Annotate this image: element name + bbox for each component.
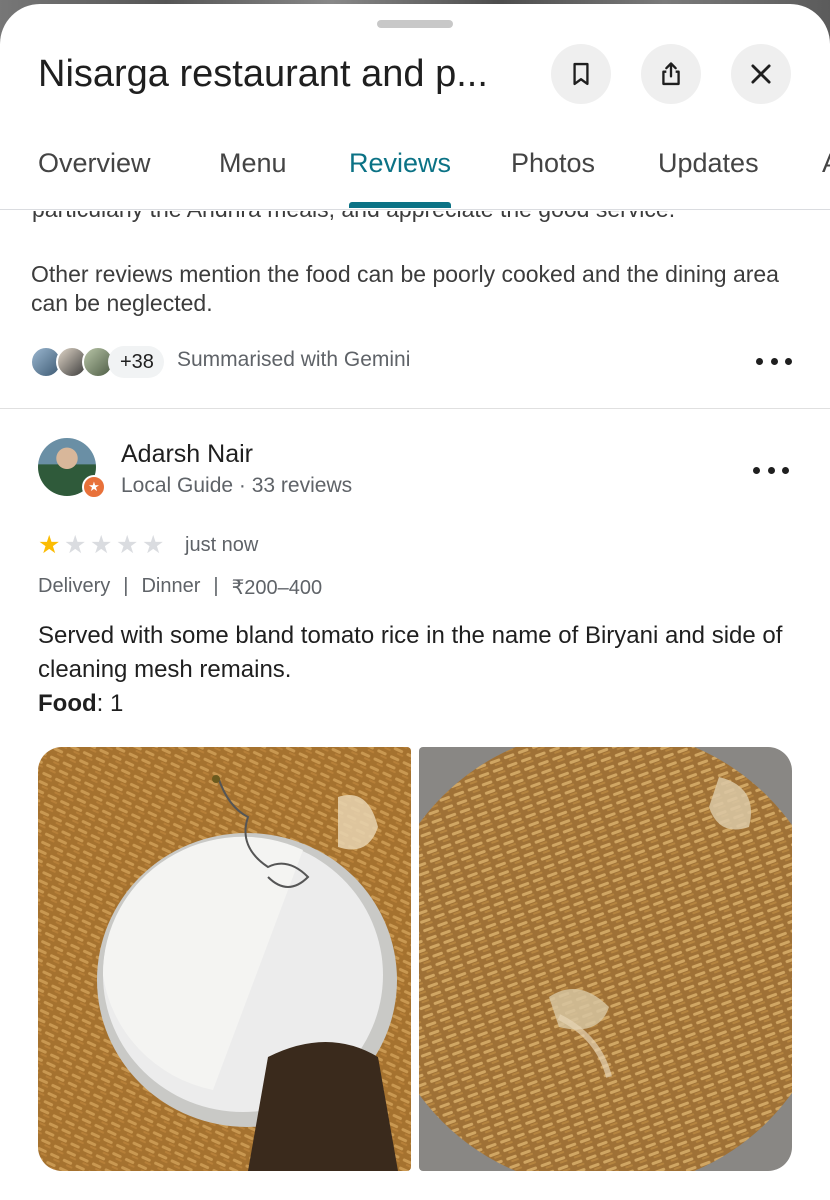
tag-meal: Dinner	[141, 575, 201, 597]
more-reviewers-count: +38	[108, 346, 164, 378]
biryani-with-container-image	[38, 747, 411, 1171]
close-button[interactable]	[731, 44, 791, 104]
section-divider	[0, 408, 830, 409]
star-empty-icon: ★	[64, 531, 87, 559]
share-button[interactable]	[641, 44, 701, 104]
reviewer-meta: Local Guide · 33 reviews	[121, 474, 353, 497]
tab-reviews[interactable]: Reviews	[349, 148, 451, 179]
place-title: Nisarga restaurant and p...	[38, 53, 488, 95]
close-icon	[751, 64, 771, 84]
tag-price: ₹200–400	[231, 577, 323, 599]
tab-photos[interactable]: Photos	[511, 148, 595, 179]
local-guide-badge-icon: ★	[82, 475, 106, 499]
star-rating: ★ ★ ★ ★ ★	[38, 532, 168, 558]
summary-cut-line-text: particularly the Andhra meals, and appre…	[32, 211, 675, 223]
gemini-attribution: Summarised with Gemini	[177, 348, 411, 371]
share-icon	[662, 62, 680, 86]
place-sheet: Nisarga restaurant and p... Overview Men…	[0, 4, 830, 1200]
food-rating: Food: 1	[38, 687, 123, 721]
review-tags: Delivery | Dinner | ₹200–400	[38, 575, 323, 599]
more-dots-icon	[753, 466, 760, 474]
star-empty-icon: ★	[116, 531, 139, 559]
bookmark-icon	[573, 62, 589, 86]
active-tab-indicator	[349, 202, 451, 208]
star-empty-icon: ★	[142, 531, 165, 559]
tab-updates[interactable]: Updates	[658, 148, 759, 179]
tab-about-partial[interactable]: A	[822, 148, 830, 179]
place-tabs: Overview Menu Reviews Photos Updates A	[0, 132, 830, 210]
sheet-drag-handle[interactable]	[377, 20, 453, 28]
review-time: just now	[185, 534, 259, 556]
reviewer-name[interactable]: Adarsh Nair	[121, 440, 253, 469]
summary-reviewer-avatars[interactable]: +38	[30, 346, 164, 378]
food-label: Food	[38, 690, 97, 717]
review-text: Served with some bland tomato rice in th…	[38, 622, 783, 683]
biryani-plate-image	[419, 747, 792, 1171]
food-score: : 1	[96, 690, 124, 717]
review-photo[interactable]	[419, 747, 792, 1171]
star-empty-icon: ★	[90, 531, 113, 559]
summary-more-options-button[interactable]	[756, 355, 792, 367]
tab-menu[interactable]: Menu	[219, 148, 287, 179]
review-summary-text: Other reviews mention the food can be po…	[31, 261, 779, 316]
summary-cut-line: particularly the Andhra meals, and appre…	[0, 211, 830, 229]
tag-service: Delivery	[38, 575, 111, 597]
tab-overview[interactable]: Overview	[38, 148, 151, 179]
review-more-options-button[interactable]	[753, 464, 789, 476]
more-dots-icon	[756, 357, 763, 365]
review-photo[interactable]	[38, 747, 411, 1171]
star-filled-icon: ★	[38, 531, 61, 559]
save-button[interactable]	[551, 44, 611, 104]
